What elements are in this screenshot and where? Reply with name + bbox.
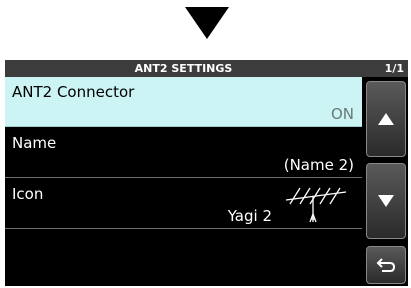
yagi-antenna-icon (285, 187, 347, 223)
back-button[interactable] (366, 246, 406, 284)
down-pointer-icon (185, 7, 229, 39)
return-icon (376, 258, 396, 272)
side-button-panel (362, 77, 408, 286)
radio-screen: ANT2 SETTINGS 1/1 ANT2 Connector ON Name… (5, 60, 408, 286)
title-bar: ANT2 SETTINGS 1/1 (5, 60, 408, 77)
menu-item-label: Icon (12, 185, 44, 203)
up-arrow-icon (378, 113, 394, 125)
scroll-down-button[interactable] (366, 163, 406, 239)
menu-item-name[interactable]: Name (Name 2) (5, 128, 362, 178)
menu-item-value: Yagi 2 (227, 207, 272, 225)
scroll-up-button[interactable] (366, 81, 406, 157)
menu-item-empty (5, 230, 362, 286)
menu-item-label: ANT2 Connector (12, 83, 135, 101)
screen-title: ANT2 SETTINGS (134, 62, 233, 75)
down-arrow-icon (378, 195, 394, 207)
page-indicator: 1/1 (384, 62, 404, 75)
menu-item-value: ON (330, 105, 354, 123)
menu-item-label: Name (12, 134, 57, 152)
menu-item-icon[interactable]: Icon Yagi 2 (5, 179, 362, 229)
menu-item-value: (Name 2) (283, 156, 354, 174)
menu-item-ant2-connector[interactable]: ANT2 Connector ON (5, 77, 362, 127)
